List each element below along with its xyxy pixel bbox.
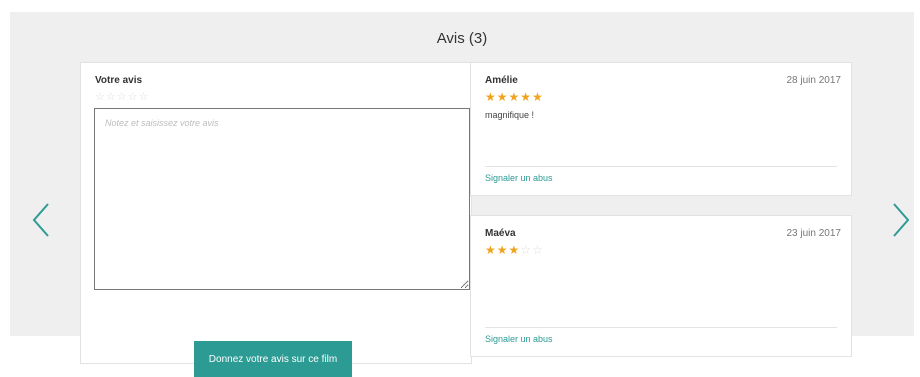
your-review-label: Votre avis: [95, 75, 143, 86]
review-divider: [485, 166, 837, 167]
review-author: Maéva: [485, 228, 516, 239]
review-card: Amélie 28 juin 2017 ★★★★★ magnifique ! S…: [470, 62, 852, 196]
rating-star-4[interactable]: ☆: [128, 91, 139, 103]
star-empty-icon: ☆: [532, 243, 544, 257]
star-filled-icon: ★: [520, 90, 533, 104]
rating-star-5[interactable]: ☆: [139, 91, 150, 103]
rating-star-2[interactable]: ☆: [106, 91, 117, 103]
review-date: 28 juin 2017: [786, 75, 842, 86]
chevron-right-icon: [893, 203, 910, 237]
report-abuse-link[interactable]: Signaler un abus: [485, 173, 553, 183]
reviews-panel: Avis (3) Votre avis ☆☆☆☆☆ Donnez votre a…: [10, 12, 914, 377]
carousel-prev-button[interactable]: [30, 202, 52, 238]
star-filled-icon: ★: [508, 90, 521, 104]
star-empty-icon: ☆: [520, 243, 533, 257]
review-date: 23 juin 2017: [786, 228, 842, 239]
review-divider: [485, 327, 837, 328]
review-text: magnifique !: [485, 110, 535, 120]
carousel-next-button[interactable]: [890, 202, 912, 238]
reviews-title: Avis (3): [436, 30, 488, 47]
chevron-left-icon: [32, 203, 49, 237]
star-filled-icon: ★: [485, 243, 497, 257]
star-filled-icon: ★: [532, 90, 544, 104]
star-filled-icon: ★: [485, 90, 497, 104]
star-filled-icon: ★: [508, 243, 521, 257]
review-author: Amélie: [485, 75, 518, 86]
review-form-card: Votre avis ☆☆☆☆☆ Donnez votre avis sur c…: [80, 62, 472, 377]
rating-star-3[interactable]: ☆: [117, 91, 128, 103]
review-rating: ★★★★★: [485, 90, 544, 104]
rating-input[interactable]: ☆☆☆☆☆: [95, 90, 149, 103]
star-filled-icon: ★: [496, 90, 509, 104]
rating-star-1[interactable]: ☆: [95, 91, 106, 103]
review-textarea[interactable]: [94, 108, 470, 290]
submit-review-button[interactable]: Donnez votre avis sur ce film: [194, 341, 352, 377]
star-filled-icon: ★: [496, 243, 509, 257]
review-rating: ★★★☆☆: [485, 243, 544, 257]
